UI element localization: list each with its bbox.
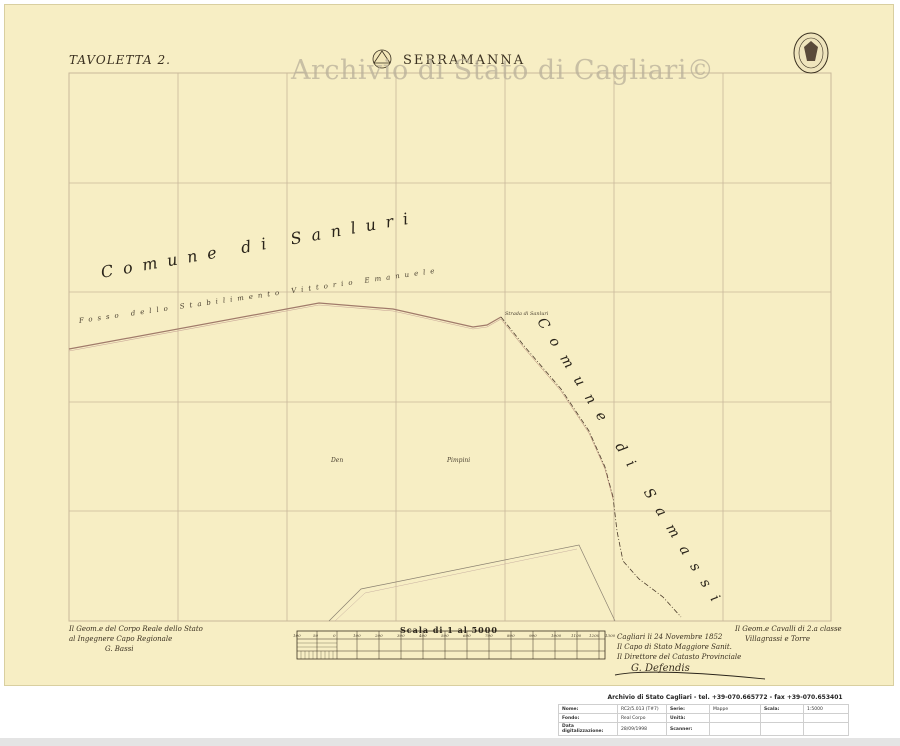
info-value: 28/09/1998 — [617, 722, 667, 736]
table-row: Data digitalizzazione: 28/09/1998 Scanne… — [558, 722, 849, 736]
archive-header: Archivio di Stato Cagliari - tel. +39-07… — [607, 694, 843, 701]
info-key: Fondo: — [558, 713, 618, 723]
notes-left-3: G. Bassi — [105, 645, 134, 653]
info-key: Data digitalizzazione: — [558, 722, 618, 736]
lower-road — [328, 544, 616, 622]
scale-tick: 1100 — [571, 633, 582, 638]
scale-tick: 800 — [507, 633, 515, 638]
info-key — [760, 713, 804, 723]
notes-center-3: Il Direttore del Catasto Provinciale — [617, 653, 742, 661]
scale-tick: 600 — [463, 633, 471, 638]
info-key — [760, 722, 804, 736]
scale-ticks: 100 50 0 100 200 300 400 500 600 700 800… — [293, 633, 616, 641]
archive-seal-icon — [793, 32, 829, 74]
info-value: Real Corpo — [617, 713, 667, 723]
info-value — [709, 713, 761, 723]
scale-tick: 900 — [529, 633, 537, 638]
info-value: 1:5000 — [803, 704, 849, 714]
info-value: Mappe — [709, 704, 761, 714]
notes-center-1: Cagliari li 24 Novembre 1852 — [617, 633, 723, 641]
grid-vertical — [177, 73, 724, 621]
info-key: Serie: — [666, 704, 710, 714]
map-frame — [68, 72, 832, 622]
scale-tick: 300 — [397, 633, 405, 638]
scale-tick: 100 — [353, 633, 361, 638]
viewer-bottom-strip — [0, 738, 900, 746]
info-value — [803, 722, 849, 736]
info-key: Nome: — [558, 704, 618, 714]
watermark: Archivio di Stato di Cagliari© — [291, 55, 715, 86]
scale-tick: 100 — [293, 633, 301, 638]
scale-tick: 50 — [313, 633, 319, 638]
den-label: Den — [331, 457, 344, 464]
notes-left-2: al Ingegnere Capo Regionale — [69, 635, 173, 643]
info-key: Scanner: — [666, 722, 710, 736]
pimpini-label: Pimpini — [447, 457, 471, 464]
info-value — [803, 713, 849, 723]
scale-tick: 0 — [333, 633, 336, 638]
scale-tick: 400 — [419, 633, 427, 638]
scale-tick: 1000 — [551, 633, 562, 638]
signature: G. Defendis — [631, 663, 690, 674]
archive-info-table: Nome: RC2/5.013 (T#7) Serie: Mappe Scala… — [558, 704, 849, 736]
info-key: Unità: — [666, 713, 710, 723]
scale-tick: 700 — [485, 633, 493, 638]
scale-tick: 1300 — [605, 633, 616, 638]
map-drawing — [68, 32, 832, 680]
scale-tick: 500 — [441, 633, 449, 638]
table-row: Fondo: Real Corpo Unità: — [558, 713, 849, 723]
strada-label: Strada di Sanluri — [505, 311, 549, 317]
info-value: RC2/5.013 (T#7) — [617, 704, 667, 714]
info-key: Scala: — [760, 704, 804, 714]
scale-tick: 200 — [375, 633, 383, 638]
info-value — [709, 722, 761, 736]
map-sheet: TAVOLETTA 2. SERRAMANNA Archivio di Stat… — [4, 4, 894, 686]
notes-left-1: Il Geom.e del Corpo Reale dello Stato — [69, 625, 203, 633]
tavoletta-label: TAVOLETTA 2. — [69, 53, 171, 67]
table-row: Nome: RC2/5.013 (T#7) Serie: Mappe Scala… — [558, 704, 849, 714]
scale-tick: 1200 — [589, 633, 600, 638]
notes-right-1: Il Geom.e Cavalli di 2.a classe — [735, 625, 842, 633]
notes-right-2: Villagrassi e Torre — [745, 635, 811, 643]
samassi-boundary — [500, 316, 682, 618]
notes-center-2: Il Capo di Stato Maggiore Sanit. — [617, 643, 732, 651]
